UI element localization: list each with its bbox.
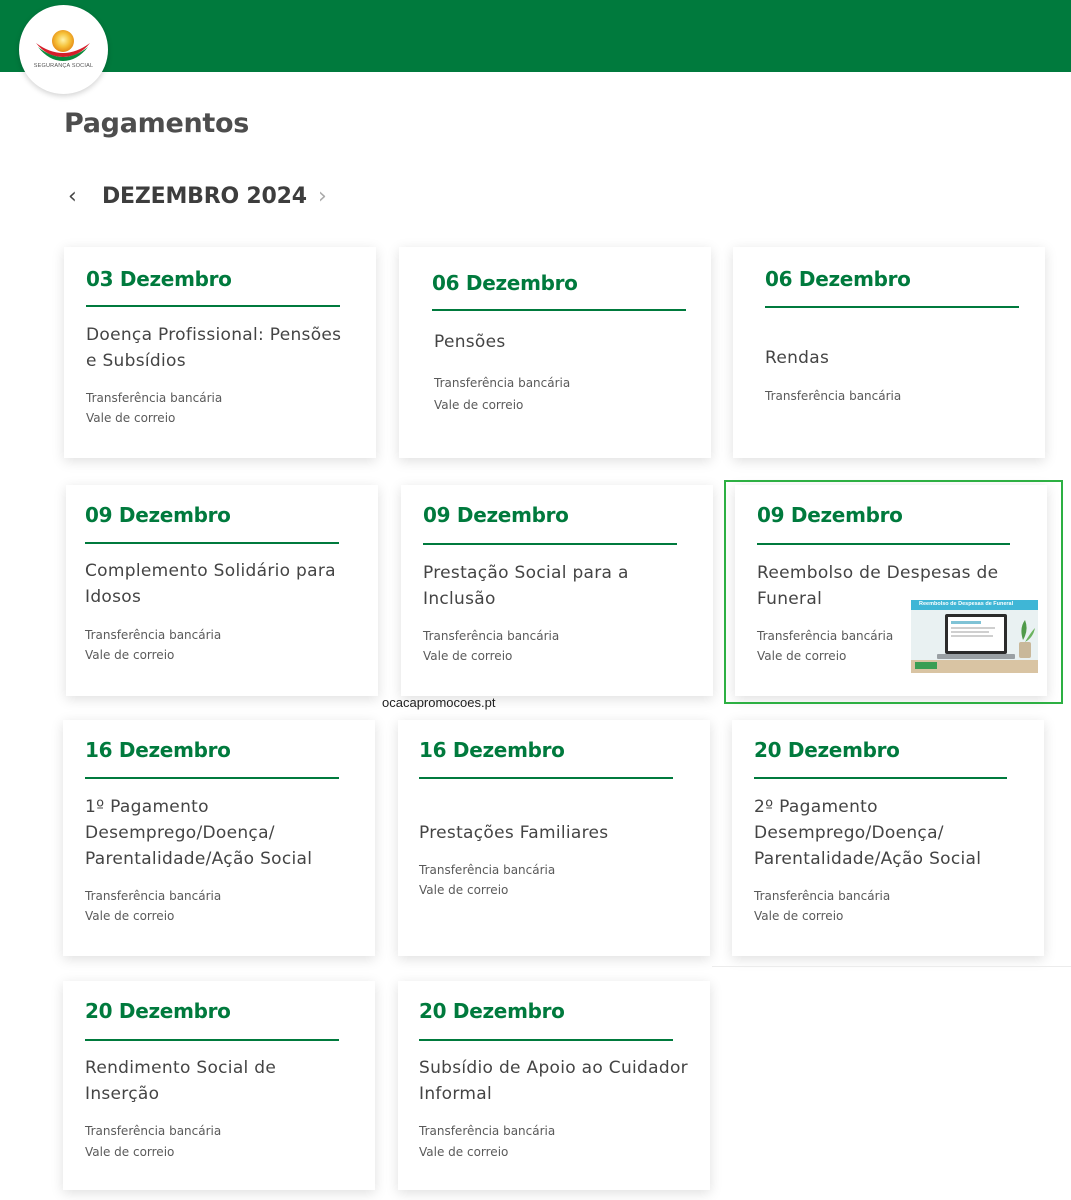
logo-emblem-icon <box>36 30 90 61</box>
month-label: DEZEMBRO 2024 <box>102 184 307 209</box>
card-method: Transferência bancária <box>85 1124 222 1138</box>
card-title: Pensões <box>434 332 506 352</box>
card-method: Vale de correio <box>419 1145 509 1159</box>
card-date: 09 Dezembro <box>423 503 569 527</box>
seguranca-social-logo[interactable]: SEGURANÇA SOCIAL <box>19 5 108 94</box>
card-date: 20 Dezembro <box>85 999 231 1023</box>
card-title: Prestação Social para a Inclusão <box>423 563 629 609</box>
card-title: Rendas <box>765 348 830 368</box>
card-method: Transferência bancária <box>423 629 560 643</box>
card-method: Transferência bancária <box>419 863 556 877</box>
card-method: Transferência bancária <box>754 889 891 903</box>
card-method: Vale de correio <box>86 411 176 425</box>
chevron-left-icon[interactable]: ‹ <box>68 184 77 209</box>
card-method: Vale de correio <box>419 883 509 897</box>
card-method: Transferência bancária <box>434 376 571 390</box>
watermark-text: ocacapromocoes.pt <box>382 695 496 710</box>
top-bar <box>0 0 1071 72</box>
card-method: Transferência bancária <box>85 628 222 642</box>
payment-card[interactable]: 03 Dezembro Doença Profissional: Pensões… <box>64 247 376 458</box>
card-title: Doença Profissional: Pensões e Subsídios <box>86 325 342 371</box>
card-highlight-frame <box>724 480 1063 704</box>
payment-card[interactable]: 16 Dezembro 1º Pagamento Desemprego/Doen… <box>63 720 375 956</box>
card-title: Subsídio de Apoio ao Cuidador Informal <box>419 1058 688 1104</box>
payment-card[interactable]: 20 Dezembro Rendimento Social de Inserçã… <box>63 981 375 1190</box>
card-divider <box>85 1039 339 1041</box>
card-title: 1º Pagamento Desemprego/Doença/ Parental… <box>85 797 313 869</box>
card-method: Vale de correio <box>85 909 175 923</box>
payment-card[interactable]: 16 Dezembro Prestações Familiares Transf… <box>398 720 710 956</box>
card-title: Rendimento Social de Inserção <box>85 1058 277 1104</box>
payment-card[interactable]: 20 Dezembro 2º Pagamento Desemprego/Doen… <box>732 720 1044 956</box>
month-navigation: ‹ DEZEMBRO 2024 › <box>64 180 364 216</box>
card-method: Vale de correio <box>423 649 513 663</box>
card-title: 2º Pagamento Desemprego/Doença/ Parental… <box>754 797 982 869</box>
card-date: 06 Dezembro <box>432 271 578 295</box>
card-method: Transferência bancária <box>765 389 902 403</box>
card-method: Vale de correio <box>754 909 844 923</box>
card-method: Vale de correio <box>85 648 175 662</box>
card-method: Transferência bancária <box>86 391 223 405</box>
card-date: 03 Dezembro <box>86 267 232 291</box>
card-method: Transferência bancária <box>85 889 222 903</box>
card-date: 20 Dezembro <box>419 999 565 1023</box>
payment-card[interactable]: 09 Dezembro Prestação Social para a Incl… <box>401 485 713 696</box>
card-method: Transferência bancária <box>419 1124 556 1138</box>
payment-card[interactable]: 06 Dezembro Pensões Transferência bancár… <box>399 247 711 458</box>
payment-card[interactable]: 20 Dezembro Subsídio de Apoio ao Cuidado… <box>398 981 710 1190</box>
card-divider <box>419 777 673 779</box>
page-title: Pagamentos <box>64 108 250 139</box>
chevron-right-icon[interactable]: › <box>318 184 327 209</box>
row-divider <box>712 966 1071 967</box>
card-date: 16 Dezembro <box>85 738 231 762</box>
logo-text: SEGURANÇA SOCIAL <box>33 63 94 69</box>
card-divider <box>419 1039 673 1041</box>
card-date: 09 Dezembro <box>85 503 231 527</box>
card-title: Complemento Solidário para Idosos <box>85 561 336 607</box>
payment-card[interactable]: 06 Dezembro Rendas Transferência bancári… <box>733 247 1045 458</box>
card-title: Prestações Familiares <box>419 823 609 843</box>
payment-card[interactable]: 09 Dezembro Complemento Solidário para I… <box>66 485 378 696</box>
card-date: 20 Dezembro <box>754 738 900 762</box>
card-date: 16 Dezembro <box>419 738 565 762</box>
card-divider <box>85 777 339 779</box>
card-divider <box>754 777 1007 779</box>
card-method: Vale de correio <box>85 1145 175 1159</box>
card-divider <box>86 305 340 307</box>
card-divider <box>423 543 677 545</box>
card-date: 06 Dezembro <box>765 267 911 291</box>
card-divider <box>85 542 339 544</box>
card-method: Vale de correio <box>434 398 524 412</box>
card-divider <box>432 309 686 311</box>
card-divider <box>765 306 1019 308</box>
